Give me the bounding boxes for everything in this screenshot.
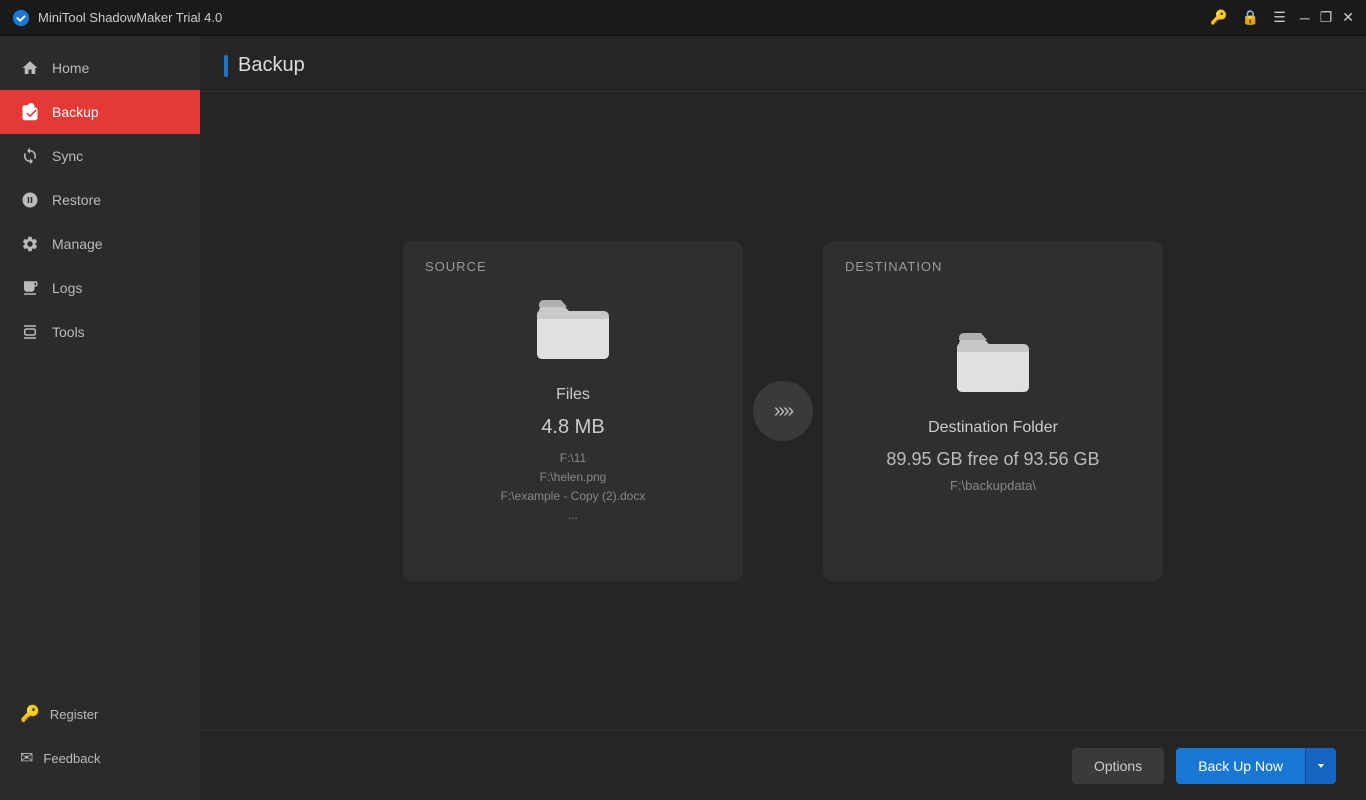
source-name: Files xyxy=(556,386,590,404)
register-icon: 🔑 xyxy=(20,704,40,724)
arrow-connector: »» xyxy=(743,381,823,441)
lock-icon[interactable]: 🔒 xyxy=(1242,9,1259,26)
main-layout: Home Backup Sync Restore xyxy=(0,36,1366,800)
tools-icon xyxy=(20,322,40,342)
app-title: MiniTool ShadowMaker Trial 4.0 xyxy=(38,10,222,25)
page-title: Backup xyxy=(238,54,305,77)
sidebar-item-register[interactable]: 🔑 Register xyxy=(0,692,200,736)
backup-icon xyxy=(20,102,40,122)
menu-icon[interactable]: ☰ xyxy=(1273,9,1286,26)
backup-now-button[interactable]: Back Up Now xyxy=(1176,748,1305,784)
destination-folder-name: Destination Folder xyxy=(928,419,1058,437)
title-bar-left: MiniTool ShadowMaker Trial 4.0 xyxy=(12,9,222,27)
source-label: SOURCE xyxy=(425,259,487,274)
source-folder-icon xyxy=(533,297,613,368)
source-paths: F:\11 F:\helen.png F:\example - Copy (2)… xyxy=(501,449,646,526)
sidebar-item-home[interactable]: Home xyxy=(0,46,200,90)
destination-path: F:\backupdata\ xyxy=(950,478,1036,493)
window-controls: ─ ❐ ✕ xyxy=(1300,9,1354,26)
backup-area: SOURCE Files 4.8 MB F:\11 F:\helen.png F… xyxy=(200,92,1366,730)
source-path-1: F:\helen.png xyxy=(501,468,646,487)
sidebar-label-manage: Manage xyxy=(52,236,103,252)
manage-icon xyxy=(20,234,40,254)
sidebar: Home Backup Sync Restore xyxy=(0,36,200,800)
restore-icon xyxy=(20,190,40,210)
sidebar-item-feedback[interactable]: ✉ Feedback xyxy=(0,736,200,780)
sidebar-label-sync: Sync xyxy=(52,148,83,164)
sidebar-item-logs[interactable]: Logs xyxy=(0,266,200,310)
sidebar-item-manage[interactable]: Manage xyxy=(0,222,200,266)
home-icon xyxy=(20,58,40,78)
feedback-label: Feedback xyxy=(43,751,100,766)
title-bar-controls: 🔑 🔒 ☰ ─ ❐ ✕ xyxy=(1210,9,1354,26)
sidebar-bottom: 🔑 Register ✉ Feedback xyxy=(0,692,200,800)
close-button[interactable]: ✕ xyxy=(1342,9,1354,26)
destination-free: 89.95 GB free of 93.56 GB xyxy=(886,449,1099,470)
app-logo-icon xyxy=(12,9,30,27)
sidebar-label-logs: Logs xyxy=(52,280,82,296)
page-header: Backup xyxy=(200,36,1366,92)
backup-now-wrap: Back Up Now xyxy=(1176,748,1336,784)
sidebar-item-restore[interactable]: Restore xyxy=(0,178,200,222)
logs-icon xyxy=(20,278,40,298)
sidebar-item-backup[interactable]: Backup xyxy=(0,90,200,134)
footer: Options Back Up Now xyxy=(200,730,1366,800)
maximize-button[interactable]: ❐ xyxy=(1320,9,1333,26)
title-bar: MiniTool ShadowMaker Trial 4.0 🔑 🔒 ☰ ─ ❐… xyxy=(0,0,1366,36)
backup-now-dropdown-button[interactable] xyxy=(1305,748,1336,784)
arrow-icon: »» xyxy=(753,381,813,441)
source-size: 4.8 MB xyxy=(541,416,604,439)
sidebar-label-home: Home xyxy=(52,60,89,76)
source-path-0: F:\11 xyxy=(501,449,646,468)
sidebar-label-restore: Restore xyxy=(52,192,101,208)
register-label: Register xyxy=(50,707,98,722)
content-area: Backup SOURCE Files 4.8 MB F:\11 F:\h xyxy=(200,36,1366,800)
source-card[interactable]: SOURCE Files 4.8 MB F:\11 F:\helen.png F… xyxy=(403,241,743,581)
key-icon[interactable]: 🔑 xyxy=(1210,9,1227,26)
source-path-3: ... xyxy=(501,506,646,525)
destination-folder-icon xyxy=(953,330,1033,401)
sidebar-item-tools[interactable]: Tools xyxy=(0,310,200,354)
sidebar-label-backup: Backup xyxy=(52,104,99,120)
sidebar-label-tools: Tools xyxy=(52,324,85,340)
sidebar-item-sync[interactable]: Sync xyxy=(0,134,200,178)
sync-icon xyxy=(20,146,40,166)
source-path-2: F:\example - Copy (2).docx xyxy=(501,487,646,506)
options-button[interactable]: Options xyxy=(1072,748,1164,784)
destination-label: DESTINATION xyxy=(845,259,942,274)
page-header-bar xyxy=(224,55,228,77)
destination-card[interactable]: DESTINATION Destination Folder 89.95 GB … xyxy=(823,241,1163,581)
minimize-button[interactable]: ─ xyxy=(1300,10,1310,26)
feedback-icon: ✉ xyxy=(20,748,33,768)
